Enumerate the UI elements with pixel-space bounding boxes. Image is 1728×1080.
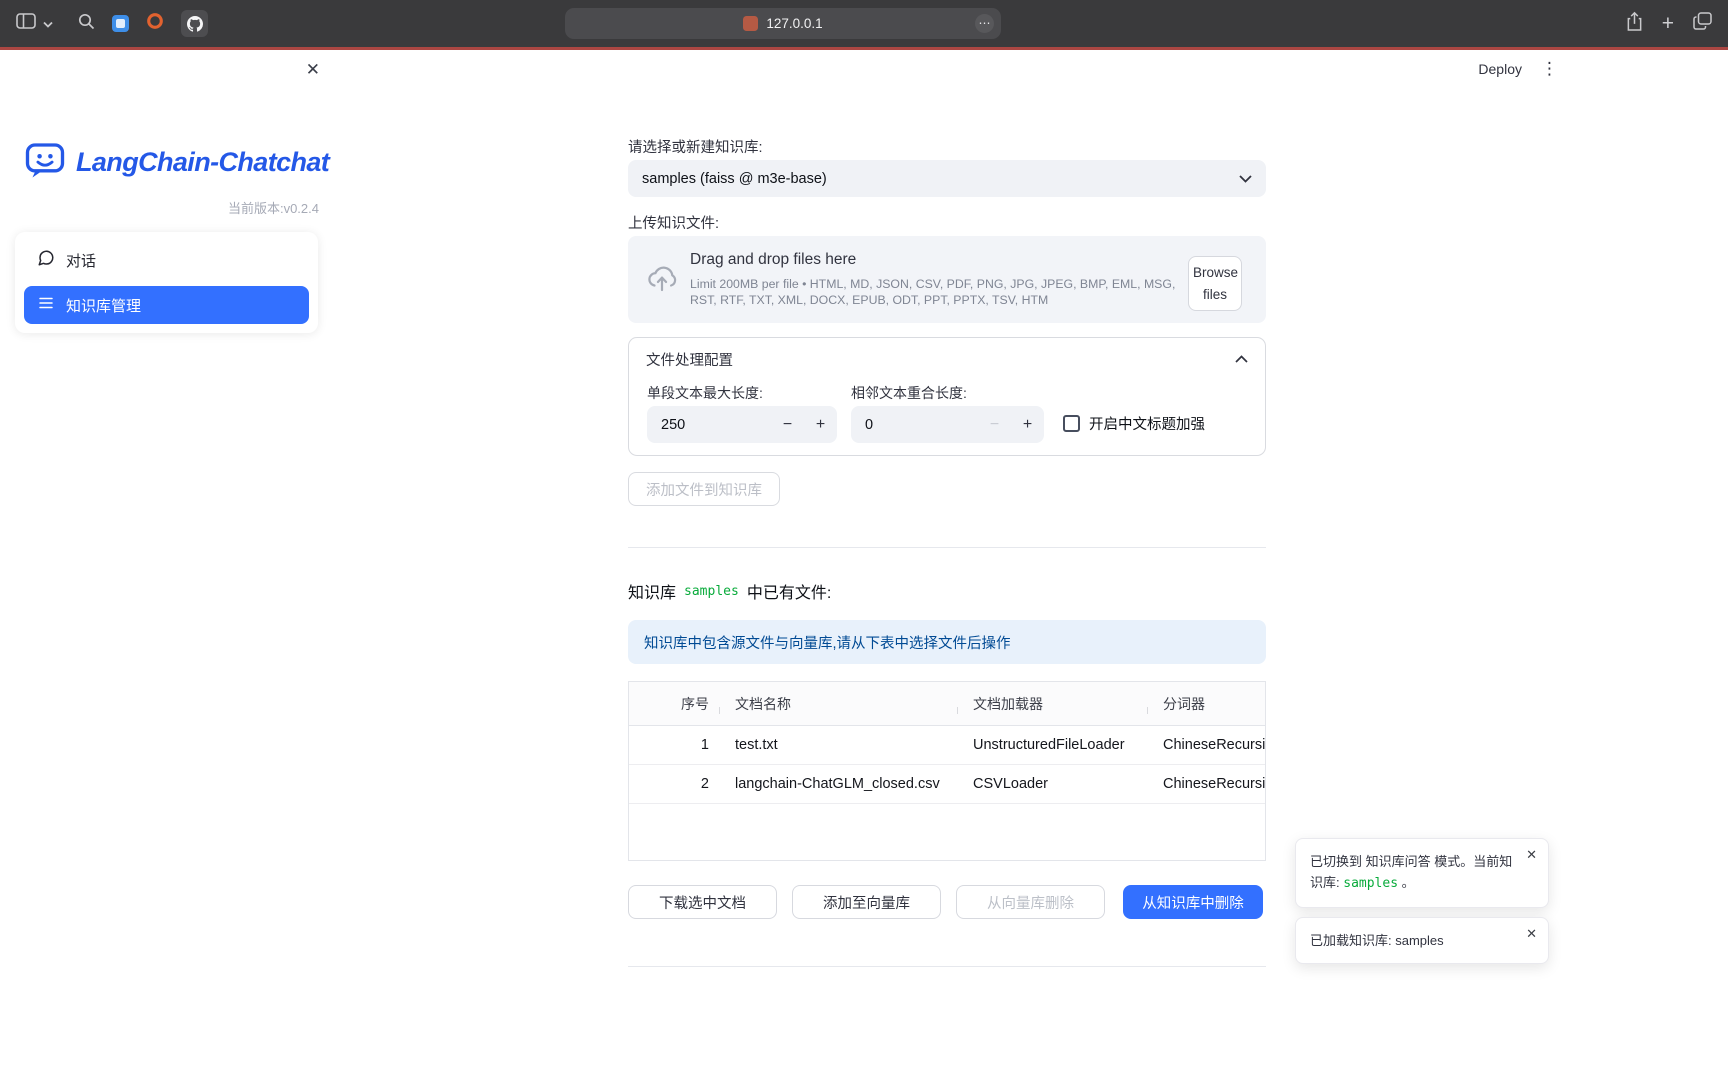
- share-icon[interactable]: [1626, 11, 1643, 37]
- kb-files-table: 序号 文档名称 文档加载器 分词器 1 test.txt Unstructure…: [628, 681, 1266, 861]
- file-config-expander: 文件处理配置 单段文本最大长度: 相邻文本重合长度: 250 − + 0 − +…: [628, 337, 1266, 456]
- expander-header[interactable]: 文件处理配置: [629, 338, 1265, 380]
- cell-index: 2: [673, 776, 719, 792]
- kb-name-code: samples: [684, 584, 739, 599]
- kb-files-heading: 知识库 samples 中已有文件:: [628, 579, 831, 603]
- cell-doc-name: test.txt: [719, 737, 957, 753]
- github-icon[interactable]: [181, 10, 208, 37]
- info-alert: 知识库中包含源文件与向量库,请从下表中选择文件后操作: [628, 620, 1266, 664]
- list-icon: [37, 294, 55, 316]
- header-doc-name: 文档名称: [719, 694, 957, 714]
- cell-splitter: ChineseRecursiveT: [1147, 776, 1265, 792]
- chunk-size-value[interactable]: 250: [647, 417, 771, 433]
- cell-doc-name: langchain-ChatGLM_closed.csv: [719, 776, 957, 792]
- plus-icon[interactable]: +: [804, 416, 837, 434]
- toast-mode-switched: ✕ 已切换到 知识库问答 模式。当前知识库: samples 。: [1295, 838, 1549, 908]
- sidebar-close-icon[interactable]: ✕: [306, 61, 320, 78]
- info-text: 知识库中包含源文件与向量库,请从下表中选择文件后操作: [644, 632, 1011, 653]
- heading-prefix: 知识库: [628, 579, 676, 603]
- new-tab-icon[interactable]: +: [1662, 13, 1674, 34]
- version-text: 当前版本:v0.2.4: [0, 198, 319, 217]
- site-favicon-icon: [743, 16, 758, 31]
- overlap-value[interactable]: 0: [851, 417, 978, 433]
- chevron-down-icon[interactable]: [43, 15, 53, 33]
- sidebar-item-label: 对话: [66, 250, 96, 271]
- add-to-vector-button[interactable]: 添加至向量库: [792, 885, 941, 919]
- divider: [628, 966, 1266, 967]
- app-logo: LangChain-Chatchat: [25, 140, 329, 185]
- overlap-label: 相邻文本重合长度:: [851, 383, 967, 403]
- sidebar: ✕ LangChain-Chatchat 当前版本:v0.2.4 对话 知识库管: [0, 50, 334, 1080]
- minus-icon[interactable]: −: [771, 416, 804, 434]
- delete-from-vector-button[interactable]: 从向量库删除: [956, 885, 1105, 919]
- table-header-row: 序号 文档名称 文档加载器 分词器: [629, 682, 1265, 726]
- pinned-tab-blue-icon[interactable]: [112, 15, 129, 32]
- browser-toolbar: 127.0.0.1 ⋯ +: [0, 0, 1728, 47]
- sidebar-item-chat[interactable]: 对话: [24, 241, 309, 279]
- cell-loader: CSVLoader: [957, 776, 1147, 792]
- tab-overview-icon[interactable]: [1693, 12, 1712, 35]
- close-icon[interactable]: ✕: [1526, 927, 1537, 940]
- url-more-icon[interactable]: ⋯: [975, 14, 994, 33]
- sidebar-toggle-icon[interactable]: [16, 13, 36, 34]
- kb-select-label: 请选择或新建知识库:: [628, 136, 763, 157]
- header-index: 序号: [673, 694, 719, 714]
- cloud-upload-icon: [644, 264, 680, 297]
- logo-text: LangChain-Chatchat: [76, 147, 329, 178]
- heading-suffix: 中已有文件:: [747, 579, 831, 603]
- zh-title-enhance-row: 开启中文标题加强: [1063, 413, 1205, 434]
- table-row[interactable]: 2 langchain-ChatGLM_closed.csv CSVLoader…: [629, 765, 1265, 804]
- upload-label: 上传知识文件:: [628, 212, 719, 233]
- cell-splitter: ChineseRecursiveT: [1147, 737, 1265, 753]
- cell-index: 1: [673, 737, 719, 753]
- app-menu-kebab-icon[interactable]: ⋮: [1541, 60, 1558, 77]
- table-row[interactable]: 1 test.txt UnstructuredFileLoader Chines…: [629, 726, 1265, 765]
- close-icon[interactable]: ✕: [1526, 848, 1537, 861]
- minus-icon[interactable]: −: [978, 416, 1011, 434]
- sidebar-item-knowledge-base[interactable]: 知识库管理: [24, 286, 309, 324]
- header-splitter: 分词器: [1147, 694, 1265, 714]
- kb-name-code: samples: [1343, 876, 1398, 891]
- expander-title: 文件处理配置: [646, 349, 733, 370]
- logo-chat-icon: [25, 140, 65, 185]
- zh-title-enhance-checkbox[interactable]: [1063, 415, 1080, 432]
- overlap-input[interactable]: 0 − +: [851, 406, 1044, 443]
- delete-from-kb-button[interactable]: 从知识库中删除: [1123, 885, 1263, 919]
- search-icon[interactable]: [78, 13, 95, 35]
- plus-icon[interactable]: +: [1011, 416, 1044, 434]
- header-loader: 文档加载器: [957, 694, 1147, 714]
- sidebar-menu: 对话 知识库管理: [15, 232, 318, 333]
- toast-text: 已加载知识库: samples: [1310, 933, 1444, 948]
- add-files-button[interactable]: 添加文件到知识库: [628, 472, 780, 506]
- browse-files-button[interactable]: Browse files: [1188, 256, 1242, 311]
- toast-text: 。: [1402, 875, 1415, 890]
- cell-loader: UnstructuredFileLoader: [957, 737, 1147, 753]
- chevron-down-icon: [1239, 171, 1252, 187]
- download-selected-button[interactable]: 下载选中文档: [628, 885, 777, 919]
- pinned-tab-orange-icon[interactable]: [146, 12, 164, 35]
- kb-selectbox[interactable]: samples (faiss @ m3e-base): [628, 160, 1266, 197]
- dropzone-title: Drag and drop files here: [690, 251, 1182, 269]
- toast-kb-loaded: ✕ 已加载知识库: samples: [1295, 917, 1549, 964]
- url-text: 127.0.0.1: [766, 16, 822, 31]
- chat-bubble-icon: [37, 249, 55, 271]
- deploy-button[interactable]: Deploy: [1478, 61, 1522, 77]
- chunk-size-label: 单段文本最大长度:: [647, 383, 763, 403]
- chevron-up-icon: [1235, 351, 1248, 367]
- chunk-size-input[interactable]: 250 − +: [647, 406, 837, 443]
- sidebar-item-label: 知识库管理: [66, 295, 141, 316]
- url-bar[interactable]: 127.0.0.1 ⋯: [565, 8, 1001, 39]
- file-dropzone[interactable]: Drag and drop files here Limit 200MB per…: [628, 236, 1266, 323]
- kb-selected-value: samples (faiss @ m3e-base): [642, 171, 827, 187]
- dropzone-limit-text: Limit 200MB per file • HTML, MD, JSON, C…: [690, 276, 1182, 308]
- zh-title-enhance-label: 开启中文标题加强: [1089, 413, 1205, 434]
- divider: [628, 547, 1266, 548]
